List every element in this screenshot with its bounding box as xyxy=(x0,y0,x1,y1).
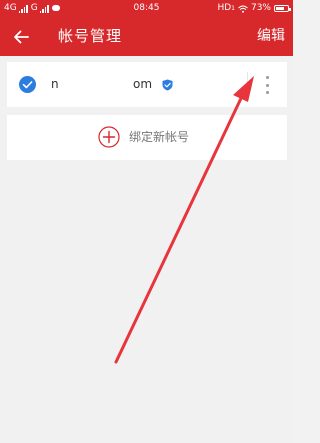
edit-button[interactable]: 编辑 xyxy=(257,17,285,56)
more-vertical-icon[interactable] xyxy=(260,74,274,96)
verified-shield-icon xyxy=(162,79,173,91)
more-dot xyxy=(265,91,269,94)
more-dot xyxy=(265,76,269,79)
check-circle-icon[interactable] xyxy=(19,76,36,93)
page-title: 帐号管理 xyxy=(58,27,123,45)
account-name-prefix: n xyxy=(51,77,59,91)
hd-sub: 1 xyxy=(231,5,235,12)
back-arrow-icon[interactable] xyxy=(10,26,32,48)
hd-label: HD1 xyxy=(217,0,235,17)
divider xyxy=(247,72,248,98)
battery-icon xyxy=(274,5,291,12)
battery-text: 73% xyxy=(250,3,271,13)
status-right: HD1 73% xyxy=(217,0,291,17)
more-dot xyxy=(265,83,269,87)
battery-fill xyxy=(276,7,284,10)
wifi-icon xyxy=(238,5,248,13)
status-bar: 4G G 08:45 HD1 73% xyxy=(0,0,293,17)
screen: 4G G 08:45 HD1 73% 帐号管理 编辑 n om 绑定新帐号 xyxy=(0,0,293,443)
account-row[interactable]: n om xyxy=(7,62,287,107)
bind-new-account-button[interactable]: 绑定新帐号 xyxy=(7,115,287,160)
plus-circle-icon xyxy=(98,126,120,148)
bind-new-account-label: 绑定新帐号 xyxy=(129,130,190,144)
account-name-suffix: om xyxy=(133,77,153,91)
app-bar: 帐号管理 编辑 xyxy=(0,17,293,56)
hd-text: HD xyxy=(217,3,232,13)
